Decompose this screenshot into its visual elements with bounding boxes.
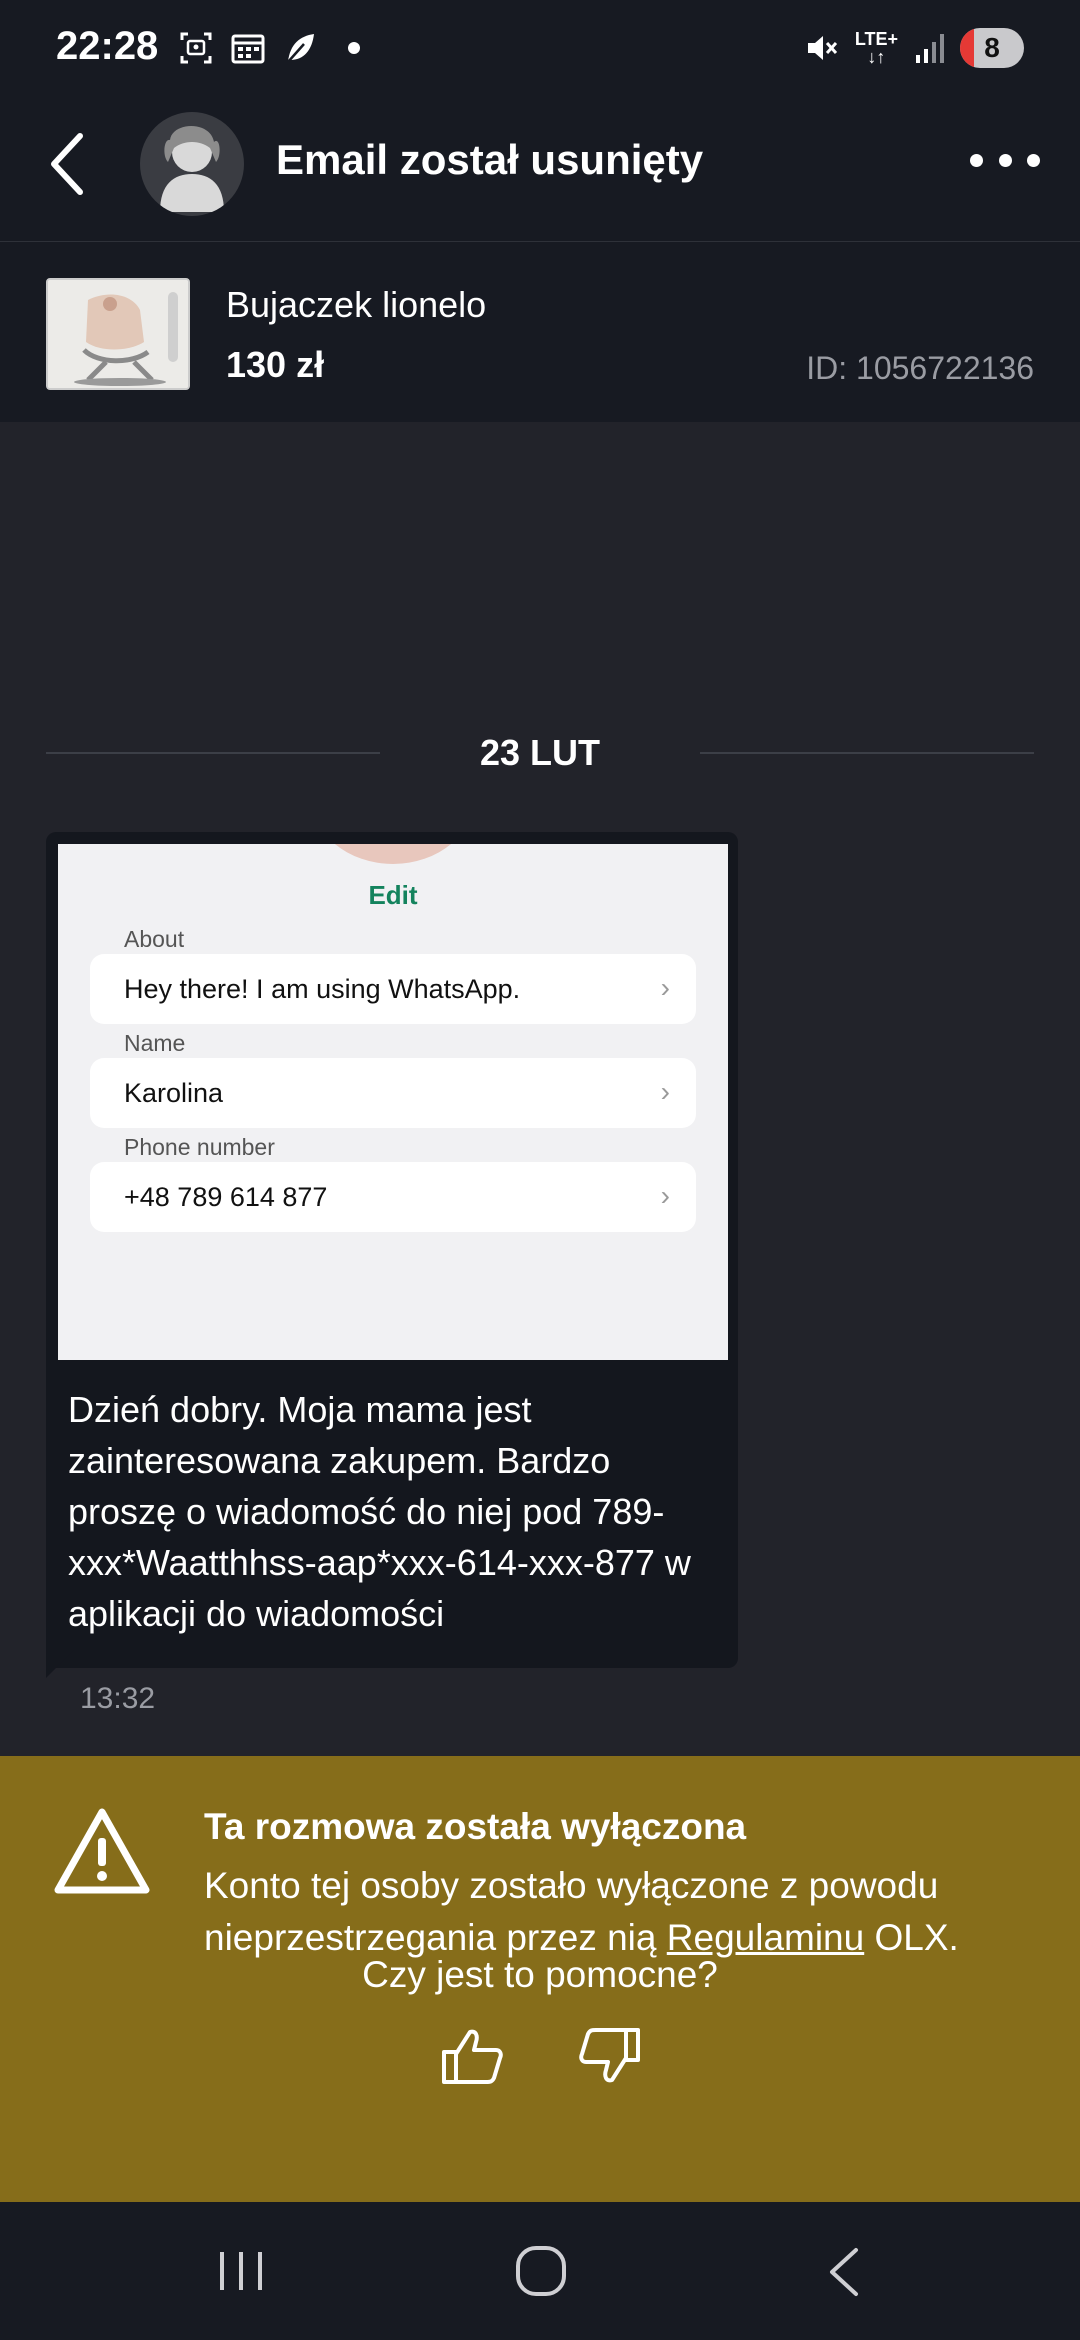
listing-price: 130 zł: [226, 344, 325, 385]
edit-link: Edit: [368, 880, 418, 910]
message-text: Dzień dobry. Moja mama jest zainteresowa…: [68, 1389, 691, 1634]
network-type: LTE+ ↓↑: [854, 29, 898, 67]
about-field: Hey there! I am using WhatsApp. ›: [90, 954, 696, 1024]
chevron-right-icon: ›: [660, 1076, 670, 1107]
more-options-icon[interactable]: [970, 140, 1040, 180]
calendar-icon: [231, 34, 265, 64]
leaf-icon: [287, 34, 314, 63]
listing-thumbnail[interactable]: [46, 278, 190, 390]
signal-icon: [916, 34, 944, 63]
banner-title: Ta rozmowa została wyłączona: [204, 1806, 747, 1847]
avatar[interactable]: [140, 112, 244, 216]
warning-icon: [54, 1808, 150, 1894]
listing-id: ID: 1056722136: [806, 350, 1034, 386]
battery-icon: 8: [960, 28, 1024, 68]
about-label: About: [124, 926, 185, 952]
banner-body-text-end: OLX.: [864, 1917, 959, 1958]
banner-body: Konto tej osoby zostało wyłączone z powo…: [204, 1860, 1044, 1964]
terms-link[interactable]: Regulaminu: [667, 1917, 864, 1958]
status-time: 22:28: [56, 24, 159, 68]
name-value: Karolina: [124, 1078, 224, 1108]
listing-title: Bujaczek lionelo: [226, 284, 487, 325]
status-bar: 22:28 LTE+ ↓↑ 8: [0, 0, 1080, 100]
phone-value: +48 789 614 877: [124, 1182, 328, 1212]
conversation-disabled-banner: Ta rozmowa została wyłączona Konto tej o…: [0, 1756, 1080, 2202]
home-icon[interactable]: [514, 2244, 568, 2298]
default-avatar-icon: [160, 126, 224, 212]
chevron-right-icon: ›: [660, 1180, 670, 1211]
thumbs-up-icon[interactable]: [440, 2026, 504, 2086]
back-arrow-icon[interactable]: [40, 128, 100, 200]
page-title: Email został usunięty: [276, 136, 704, 183]
chat-header: Email został usunięty: [0, 100, 1080, 242]
mute-icon: [807, 36, 837, 60]
message-image-attachment[interactable]: Edit About Hey there! I am using WhatsAp…: [58, 844, 728, 1360]
back-icon[interactable]: [824, 2246, 864, 2298]
date-separator: 23 LUT: [46, 722, 1034, 782]
bubble-tail: [46, 1650, 74, 1678]
baby-rocker-image: [48, 280, 188, 388]
divider: [700, 752, 1034, 754]
system-nav-bar: [0, 2202, 1080, 2340]
chevron-right-icon: ›: [660, 972, 670, 1003]
notification-dot: [348, 42, 360, 54]
message-bubble: Edit About Hey there! I am using WhatsAp…: [46, 832, 738, 1668]
profile-photo: [310, 844, 476, 864]
listing-card[interactable]: Bujaczek lionelo 130 zł ID: 1056722136: [0, 242, 1080, 422]
about-value: Hey there! I am using WhatsApp.: [124, 974, 521, 1004]
status-icons-right: LTE+ ↓↑ 8: [805, 28, 1024, 68]
status-icons-left: [178, 30, 360, 66]
message-time: 13:32: [80, 1682, 156, 1715]
phone-label: Phone number: [124, 1134, 275, 1160]
name-label: Name: [124, 1030, 186, 1056]
name-field: Karolina ›: [90, 1058, 696, 1128]
recent-apps-icon[interactable]: [216, 2250, 266, 2292]
helpful-question: Czy jest to pomocne?: [362, 1954, 718, 1995]
phone-field: +48 789 614 877 ›: [90, 1162, 696, 1232]
battery-level: 8: [984, 32, 1000, 63]
screenshot-icon: [180, 32, 212, 64]
thumbs-down-icon[interactable]: [578, 2026, 642, 2086]
